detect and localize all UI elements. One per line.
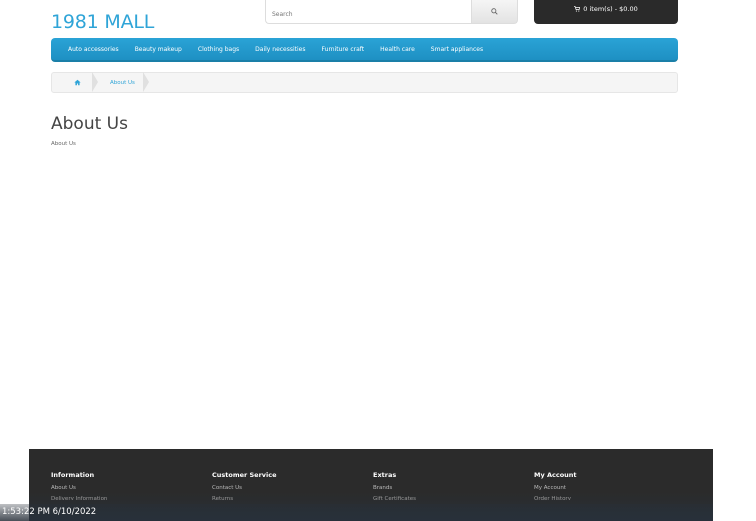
nav-item-furniture-craft[interactable]: Furniture craft [314, 46, 373, 53]
footer-column-my-account: My Account My Account Order History [534, 471, 577, 505]
cart-icon [574, 6, 581, 12]
search-input[interactable] [265, 0, 471, 24]
cart-summary: 0 item(s) - $0.00 [583, 5, 638, 13]
search-button[interactable] [471, 0, 518, 24]
footer-link-contact-us[interactable]: Contact Us [212, 485, 277, 491]
footer-link-brands[interactable]: Brands [373, 485, 416, 491]
footer-link-returns[interactable]: Returns [212, 496, 277, 500]
page-title: About Us [51, 114, 128, 134]
nav-item-beauty-makeup[interactable]: Beauty makeup [127, 46, 190, 53]
breadcrumb: About Us [51, 72, 678, 93]
category-navbar: Auto accessories Beauty makeup Clothing … [51, 38, 678, 62]
breadcrumb-separator [92, 72, 100, 93]
footer-link-about-us[interactable]: About Us [51, 485, 107, 491]
breadcrumb-home[interactable] [62, 73, 92, 92]
page-content: About Us [51, 141, 76, 147]
nav-item-auto-accessories[interactable]: Auto accessories [60, 46, 127, 53]
footer-link-order-history[interactable]: Order History [534, 496, 577, 500]
nav-item-clothing-bags[interactable]: Clothing bags [190, 46, 247, 53]
home-icon [73, 79, 81, 86]
footer-heading: Extras [373, 471, 397, 479]
footer-column-information: Information About Us Delivery Informatio… [51, 471, 107, 505]
search-bar [265, 0, 518, 24]
breadcrumb-separator [142, 72, 151, 93]
search-icon [491, 8, 498, 15]
taskbar-clock: 1:53:22 PM 6/10/2022 [0, 504, 713, 521]
footer-column-customer-service: Customer Service Contact Us Returns [212, 471, 277, 505]
footer-column-extras: Extras Brands Gift Certificates [373, 471, 416, 505]
footer-link-gift-certificates[interactable]: Gift Certificates [373, 496, 416, 500]
store-logo[interactable]: 1981 MALL [51, 11, 154, 33]
breadcrumb-item-about-us[interactable]: About Us [100, 80, 143, 86]
footer-link-my-account[interactable]: My Account [534, 485, 577, 491]
footer-heading: Customer Service [212, 471, 277, 479]
nav-item-daily-necessities[interactable]: Daily necessities [247, 46, 313, 53]
nav-item-smart-appliances[interactable]: Smart appliances [423, 46, 491, 53]
footer-link-delivery-information[interactable]: Delivery Information [51, 496, 107, 500]
footer-heading: Information [51, 471, 95, 479]
nav-item-health-care[interactable]: Health care [372, 46, 423, 53]
footer-heading: My Account [534, 471, 577, 479]
cart-button[interactable]: 0 item(s) - $0.00 [534, 0, 678, 24]
